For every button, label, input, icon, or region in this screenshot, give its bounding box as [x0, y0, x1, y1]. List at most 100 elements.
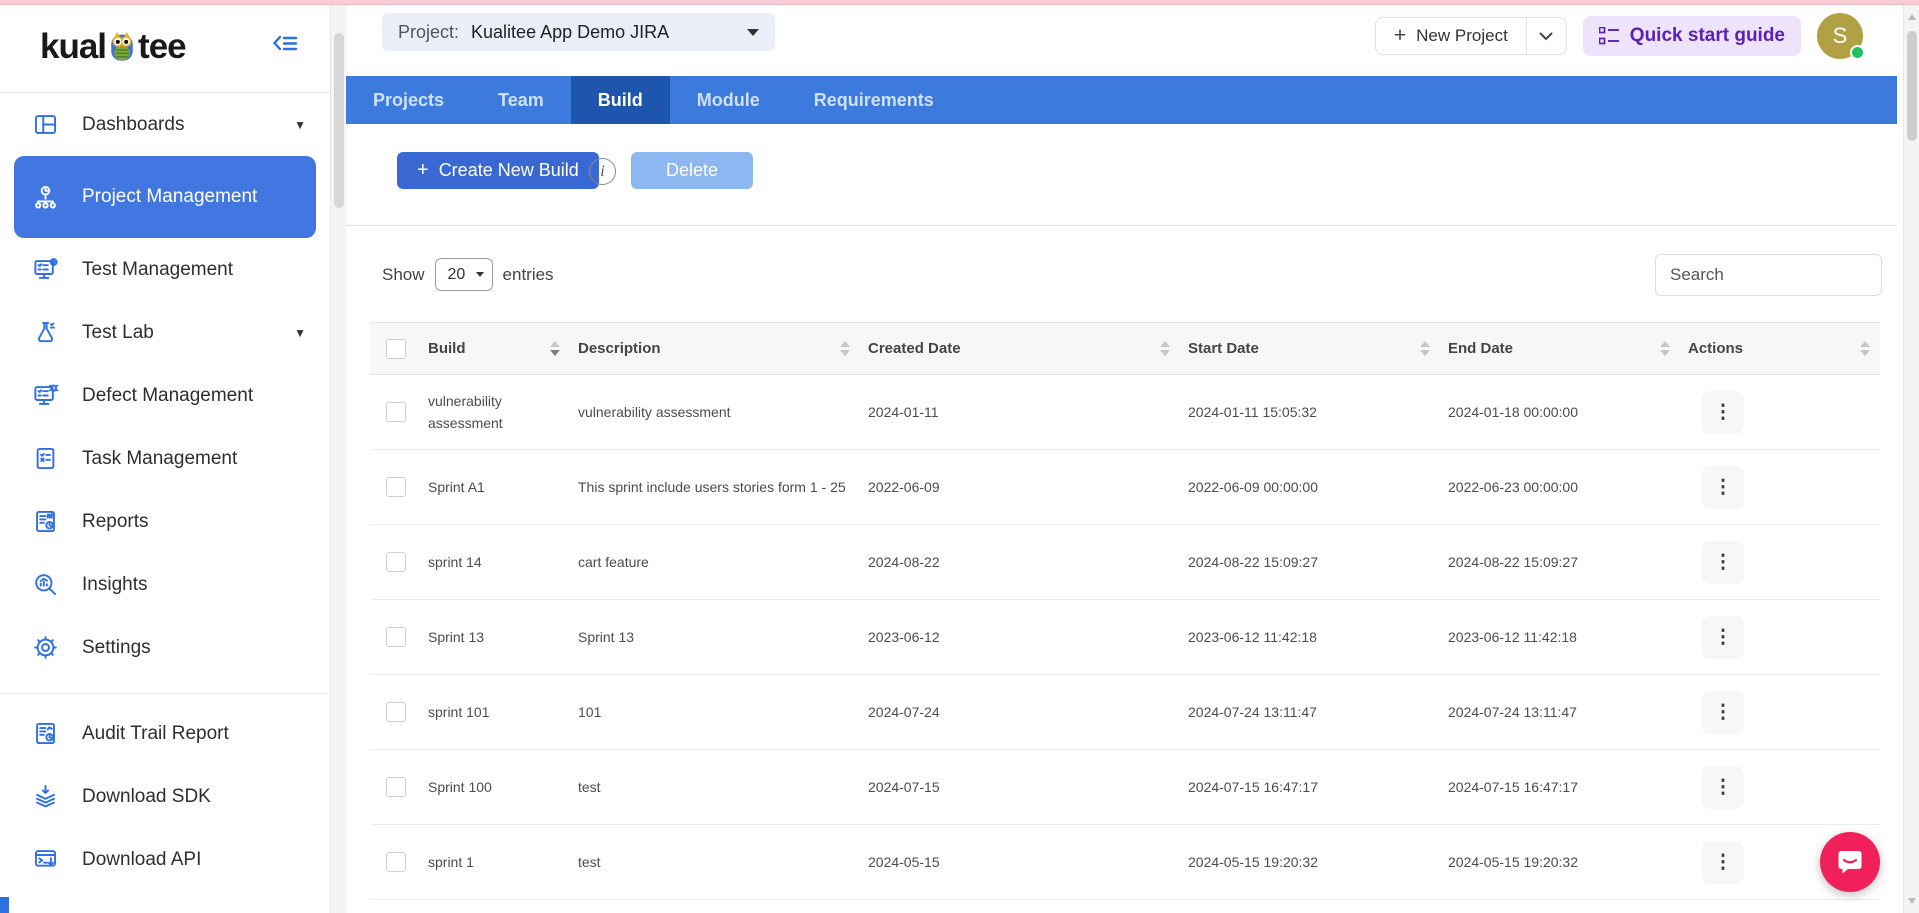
- chat-bubble-icon: [1835, 847, 1865, 877]
- sidebar-item-test-management[interactable]: Test Management: [0, 238, 330, 301]
- tab-requirements[interactable]: Requirements: [787, 76, 961, 124]
- table-row: sprint 1011012024-07-242024-07-24 13:11:…: [370, 675, 1880, 750]
- sidebar-item-task-management[interactable]: Task Management: [0, 427, 330, 490]
- column-header-end-date[interactable]: End Date: [1440, 323, 1680, 375]
- sidebar-scrollbar[interactable]: [330, 5, 346, 913]
- sidebar-item-insights[interactable]: Insights: [0, 553, 330, 616]
- row-actions-menu-button[interactable]: ⋮: [1702, 391, 1744, 434]
- row-actions-menu-button[interactable]: ⋮: [1702, 466, 1744, 509]
- sidebar-header: kual tee: [0, 5, 330, 92]
- cell-end-date: 2024-07-15 16:47:17: [1440, 750, 1680, 825]
- sidebar-item-test-lab[interactable]: Test Lab▼: [0, 301, 330, 364]
- cell-end-date: 2024-07-24 13:11:47: [1440, 675, 1680, 750]
- sidebar-item-reports[interactable]: Reports: [0, 490, 330, 553]
- column-header-start-date[interactable]: Start Date: [1180, 323, 1440, 375]
- sidebar-item-label: Download SDK: [82, 785, 211, 809]
- reports-icon: [30, 507, 60, 537]
- cell-start-date: 2024-07-15 16:47:17: [1180, 750, 1440, 825]
- column-label: Description: [578, 340, 661, 357]
- cell-created-date: 2024-01-11: [860, 375, 1180, 450]
- project-selector-value: Kualitee App Demo JIRA: [471, 22, 669, 43]
- cell-end-date: 2024-01-18 00:00:00: [1440, 375, 1680, 450]
- sidebar-item-download-sdk[interactable]: Download SDK: [0, 765, 330, 828]
- search-input[interactable]: [1655, 254, 1882, 296]
- cell-start-date: 2022-06-09 00:00:00: [1180, 450, 1440, 525]
- sidebar-collapse-icon[interactable]: [272, 31, 298, 60]
- sidebar-item-download-api[interactable]: Download API: [0, 828, 330, 891]
- tab-module[interactable]: Module: [670, 76, 787, 124]
- column-header-created-date[interactable]: Created Date: [860, 323, 1180, 375]
- tab-build[interactable]: Build: [571, 76, 670, 124]
- cell-created-date: 2024-08-22: [860, 525, 1180, 600]
- page-size-select-wrap: 20: [435, 258, 493, 291]
- logo-text-right: tee: [138, 27, 186, 67]
- scroll-up-arrow-icon[interactable]: [1908, 14, 1916, 20]
- cell-build: vulnerability assessment: [420, 375, 570, 450]
- main-scrollbar[interactable]: [1903, 5, 1919, 913]
- row-checkbox[interactable]: [386, 702, 406, 722]
- quick-start-guide-button[interactable]: Quick start guide: [1583, 16, 1801, 56]
- row-actions-menu-button[interactable]: ⋮: [1702, 691, 1744, 734]
- sort-arrows-icon: [1660, 341, 1670, 356]
- cell-description: test: [570, 750, 860, 825]
- column-header-description[interactable]: Description: [570, 323, 860, 375]
- row-actions-menu-button[interactable]: ⋮: [1702, 616, 1744, 659]
- insights-icon: [30, 570, 60, 600]
- project-caret-down-icon: [747, 29, 759, 36]
- chevron-down-icon: ▼: [294, 118, 306, 132]
- show-label: Show: [382, 265, 425, 285]
- download-api-icon: [30, 845, 60, 875]
- row-checkbox[interactable]: [386, 552, 406, 572]
- sidebar-item-settings[interactable]: Settings: [0, 616, 330, 679]
- row-actions-menu-button[interactable]: ⋮: [1702, 841, 1744, 884]
- sort-arrows-icon: [550, 341, 560, 356]
- row-checkbox[interactable]: [386, 627, 406, 647]
- row-checkbox[interactable]: [386, 477, 406, 497]
- cell-description: This sprint include users stories form 1…: [570, 450, 860, 525]
- test-management-icon: [30, 255, 60, 285]
- table-body: vulnerability assessmentvulnerability as…: [370, 375, 1880, 900]
- row-checkbox[interactable]: [386, 402, 406, 422]
- new-project-split-button: + New Project: [1375, 17, 1567, 55]
- sidebar-item-dashboards[interactable]: Dashboards▼: [0, 93, 330, 156]
- sidebar-item-label: Settings: [82, 636, 151, 660]
- create-new-build-button[interactable]: + Create New Build: [397, 152, 599, 189]
- cell-description: 101: [570, 675, 860, 750]
- main-scrollbar-thumb[interactable]: [1907, 31, 1917, 141]
- row-actions-menu-button[interactable]: ⋮: [1702, 541, 1744, 584]
- audit-trail-icon: [30, 719, 60, 749]
- column-header-actions[interactable]: Actions: [1680, 323, 1880, 375]
- tab-team[interactable]: Team: [471, 76, 571, 124]
- new-project-button[interactable]: + New Project: [1376, 18, 1526, 54]
- build-toolbar: + Create New Build i Delete: [346, 124, 1897, 225]
- user-avatar[interactable]: S: [1817, 13, 1863, 59]
- column-label: Build: [428, 340, 466, 357]
- cell-build: Sprint 13: [420, 600, 570, 675]
- cell-start-date: 2024-01-11 15:05:32: [1180, 375, 1440, 450]
- scroll-down-arrow-icon[interactable]: [1908, 898, 1916, 904]
- tab-projects[interactable]: Projects: [346, 76, 471, 124]
- sidebar-item-audit-trail-report[interactable]: Audit Trail Report: [0, 702, 330, 765]
- row-checkbox[interactable]: [386, 852, 406, 872]
- project-nav-tabs: ProjectsTeamBuildModuleRequirements: [346, 76, 1897, 124]
- new-project-dropdown-button[interactable]: [1526, 18, 1566, 54]
- cell-description: test: [570, 825, 860, 900]
- info-icon[interactable]: i: [589, 158, 616, 185]
- defect-management-icon: [30, 381, 60, 411]
- cell-start-date: 2024-07-24 13:11:47: [1180, 675, 1440, 750]
- page-size-select[interactable]: 20: [435, 258, 493, 291]
- sidebar-item-defect-management[interactable]: Defect Management: [0, 364, 330, 427]
- row-actions-menu-button[interactable]: ⋮: [1702, 766, 1744, 809]
- delete-button[interactable]: Delete: [631, 152, 753, 189]
- chat-launcher-button[interactable]: [1820, 832, 1880, 892]
- select-all-checkbox[interactable]: [386, 339, 406, 359]
- kualitee-logo[interactable]: kual tee: [40, 27, 186, 67]
- sidebar-scrollbar-thumb[interactable]: [334, 33, 344, 208]
- row-checkbox[interactable]: [386, 777, 406, 797]
- cell-created-date: 2024-07-15: [860, 750, 1180, 825]
- column-label: Created Date: [868, 340, 961, 357]
- project-selector[interactable]: Project: Kualitee App Demo JIRA: [382, 13, 775, 51]
- column-header-build[interactable]: Build: [420, 323, 570, 375]
- sidebar-item-project-management[interactable]: Project Management: [14, 156, 316, 238]
- sidebar-item-label: Audit Trail Report: [82, 722, 229, 746]
